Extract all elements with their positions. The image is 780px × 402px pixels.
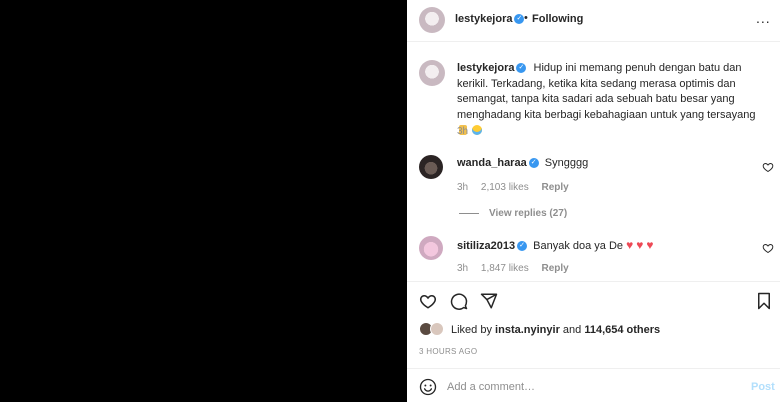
verified-badge-icon: ✓ [516,63,527,74]
post-timestamp[interactable]: 3 HOURS AGO [419,347,477,356]
add-comment-input[interactable] [447,378,737,396]
likes-summary: Liked by insta.nyinyir and 114,654 other… [419,322,769,338]
comment-body: Syngggg [544,157,589,169]
comment-likes[interactable]: 1,847 likes [481,263,529,274]
comment-avatar[interactable] [419,155,443,179]
more-options-icon[interactable]: ... [756,10,771,26]
caption-time[interactable]: 3h [457,126,468,137]
reply-button[interactable]: Reply [542,263,569,274]
comment-likes[interactable]: 2,103 likes [481,182,529,193]
post-comment-button[interactable]: Post [751,381,775,393]
divider [407,281,780,282]
replies-divider [459,212,479,214]
comment-username[interactable]: wanda_haraa ✓ [457,157,539,169]
header-separator: • [524,12,528,24]
post-header: lestykejora ✓ • Following ... [407,0,780,42]
post-side-panel: lestykejora ✓ • Following ... lestykejora… [407,0,780,402]
comment-text: wanda_haraa ✓ Syngggg [457,157,588,169]
comment-body: Banyak doa ya De [533,240,624,252]
likes-prefix: Liked by [451,324,492,336]
verified-badge-icon: ✓ [514,14,525,25]
caption-username[interactable]: lestykejora ✓ [457,62,527,74]
emoji-smile-icon[interactable] [419,378,437,396]
author-username[interactable]: lestykejora ✓ [455,13,525,25]
heart-icon[interactable] [762,242,774,254]
comment-time[interactable]: 3h [457,182,468,193]
comment-bubble-icon[interactable] [450,292,468,310]
author-avatar[interactable] [419,7,445,33]
heart-icon[interactable] [762,161,774,173]
verified-badge-icon: ✓ [528,158,539,169]
share-send-icon[interactable] [480,292,498,310]
divider [407,368,780,369]
likes-others-count[interactable]: 114,654 others [584,324,660,336]
reply-button[interactable]: Reply [542,182,569,193]
caption-text: lestykejora ✓ Hidup ini memang penuh deng… [457,61,767,139]
comment-username[interactable]: sitiliza2013 ✓ [457,240,528,252]
likes-text: Liked by insta.nyinyir and 114,654 other… [451,324,660,336]
comment-time[interactable]: 3h [457,263,468,274]
like-heart-icon[interactable] [419,292,437,310]
comment-avatar[interactable] [419,236,443,260]
comment-text: sitiliza2013 ✓ Banyak doa ya De ♥♥♥ [457,238,656,252]
verified-badge-icon: ✓ [517,241,528,252]
comment-meta: 3h 1,847 likes Reply [457,263,579,274]
liker-username[interactable]: insta.nyinyir [495,324,560,336]
following-button[interactable]: Following [532,13,583,25]
red-hearts-emoji: ♥♥♥ [626,238,657,252]
caption-avatar[interactable] [419,60,445,86]
view-replies-button[interactable]: View replies (27) [459,208,567,219]
crying-emoji-icon [472,125,483,136]
comment-meta: 3h 2,103 likes Reply [457,182,579,193]
liker-avatar[interactable] [430,322,444,336]
post-media[interactable] [0,0,407,402]
likes-joiner: and [562,324,582,336]
bookmark-icon[interactable] [755,292,773,310]
